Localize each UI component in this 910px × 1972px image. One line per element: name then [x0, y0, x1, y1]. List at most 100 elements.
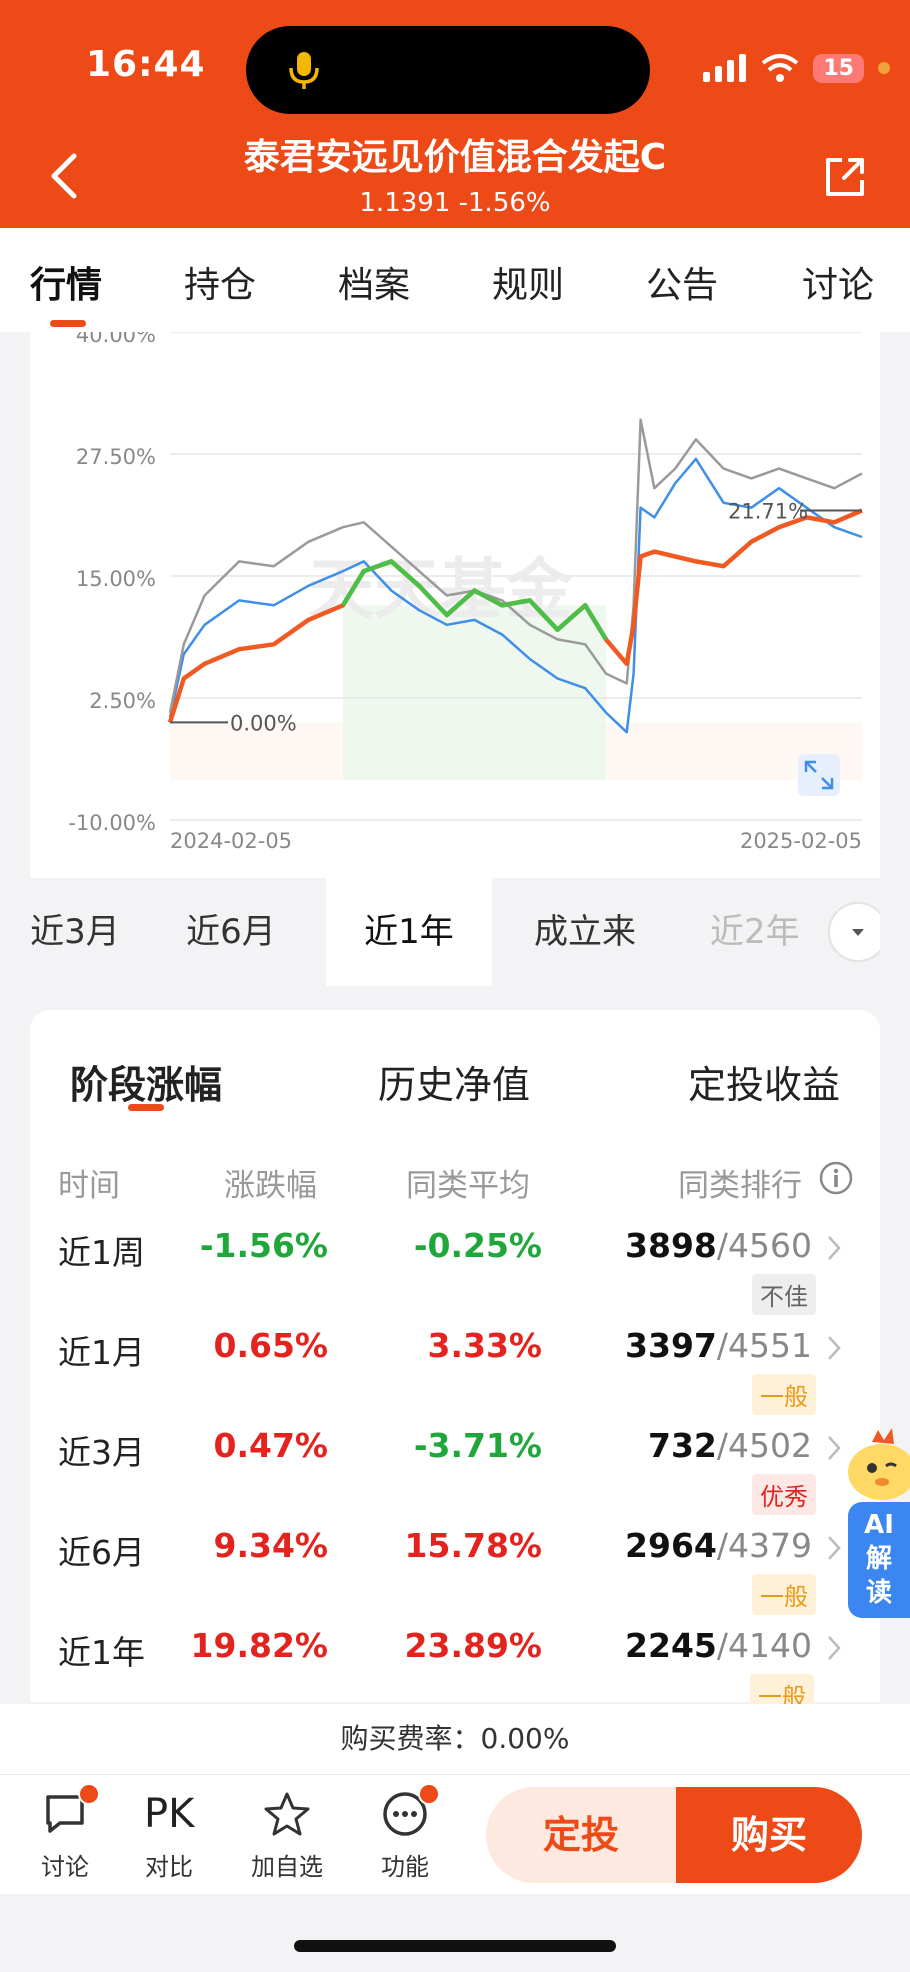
header-category-avg: 同类平均: [406, 1168, 530, 1204]
notification-dot: [418, 1783, 440, 1805]
discuss-label: 讨论: [41, 1853, 89, 1881]
tab-quotes[interactable]: 行情: [30, 256, 102, 308]
rank-position: 2964: [625, 1526, 717, 1565]
rank-position: 3397: [625, 1326, 717, 1365]
bottom-action-bar: 讨论 PK 对比 加自选 功能 定投 购买: [0, 1774, 910, 1894]
chevron-right-icon[interactable]: [826, 1234, 842, 1262]
ai-label-2: 解: [865, 1544, 892, 1574]
period-since-inception[interactable]: 成立来: [510, 878, 660, 986]
row-change-value: 0.65%: [213, 1326, 329, 1365]
row-change-value: 19.82%: [190, 1626, 328, 1665]
chevron-right-icon[interactable]: [826, 1634, 842, 1662]
rank-position: 732: [648, 1426, 717, 1465]
rank-total: /4140: [716, 1626, 812, 1665]
y-tick-label: 2.50%: [89, 689, 156, 713]
header-period: 时间: [58, 1168, 120, 1204]
perf-tab-stage-returns[interactable]: 阶段涨幅: [70, 1054, 222, 1109]
functions-button[interactable]: 功能: [360, 1783, 450, 1882]
rank-rating-badge: 一般: [752, 1574, 816, 1615]
tab-holdings[interactable]: 持仓: [184, 256, 256, 308]
fund-nav-change: 1.1391 -1.56%: [359, 188, 551, 218]
tab-rules[interactable]: 规则: [492, 256, 564, 308]
row-category-avg-value: 15.78%: [404, 1526, 542, 1565]
sip-button[interactable]: 定投: [486, 1787, 676, 1883]
period-2y[interactable]: 近2年: [710, 878, 840, 986]
perf-tab-sip-returns[interactable]: 定投收益: [688, 1054, 840, 1109]
home-indicator: [294, 1940, 616, 1952]
y-tick-label: 15.00%: [76, 567, 156, 591]
status-icons: 15: [703, 48, 890, 88]
rank-position: 2245: [625, 1626, 717, 1665]
rank-total: /4560: [716, 1226, 812, 1265]
chevron-right-icon[interactable]: [826, 1534, 842, 1562]
purchase-fee-rate: 购买费率：0.00%: [0, 1704, 910, 1774]
highlight-area-fill: [343, 605, 606, 780]
compare-button[interactable]: PK 对比: [124, 1789, 214, 1882]
performance-chart-card: -10.00% 2.50% 15.00% 27.50% 40.00% 天天基金 0.00% 2…: [30, 332, 880, 878]
row-change-value: 9.34%: [213, 1526, 329, 1565]
header-change: 涨跌幅: [224, 1168, 317, 1204]
ai-interpret-button[interactable]: AI 解 读: [848, 1502, 910, 1618]
row-period-label: 近1月: [58, 1333, 145, 1372]
ai-label-3: 读: [865, 1578, 892, 1608]
row-rank[interactable]: 732/4502: [612, 1426, 812, 1465]
x-tick-label: 2024-02-05: [170, 829, 292, 853]
period-6m[interactable]: 近6月: [156, 878, 306, 986]
end-annotation: 21.71%: [728, 500, 808, 524]
tab-discussion[interactable]: 讨论: [802, 256, 874, 308]
row-category-avg-value: -3.71%: [413, 1426, 542, 1465]
chevron-down-icon: [852, 929, 864, 936]
perf-tab-history-nav[interactable]: 历史净值: [378, 1054, 530, 1109]
rank-rating-badge: 一般: [752, 1374, 816, 1415]
share-icon[interactable]: [820, 152, 870, 202]
row-period-label: 近6月: [58, 1533, 145, 1572]
row-category-avg-value: 23.89%: [404, 1626, 542, 1665]
header-category-rank: 同类排行: [678, 1168, 802, 1204]
add-watchlist-button[interactable]: 加自选: [242, 1789, 332, 1882]
rank-total: /4379: [716, 1526, 812, 1565]
y-tick-label: 27.50%: [76, 445, 156, 469]
star-icon: [264, 1792, 310, 1836]
fund-title: 泰君安远见价值混合发起C: [243, 137, 667, 178]
dynamic-island: [246, 26, 650, 114]
tab-profile[interactable]: 档案: [338, 256, 410, 308]
x-tick-label: 2025-02-05: [740, 829, 862, 853]
ai-mascot-icon[interactable]: [842, 1412, 910, 1508]
period-selector: 近3月 近6月 近1年 成立来 近2年: [30, 878, 880, 986]
row-rank[interactable]: 2245/4140: [612, 1626, 812, 1665]
rank-total: /4502: [716, 1426, 812, 1465]
row-category-avg-value: 3.33%: [427, 1326, 543, 1365]
performance-chart[interactable]: -10.00%2.50%15.00%27.50%40.00%天天基金0.00%2…: [30, 332, 880, 878]
pk-icon: PK: [144, 1791, 195, 1837]
microphone-icon: [289, 52, 319, 89]
y-tick-label: -10.00%: [68, 811, 156, 835]
row-rank[interactable]: 3397/4551: [612, 1326, 812, 1365]
start-annotation: 0.00%: [230, 711, 297, 735]
row-rank[interactable]: 2964/4379: [612, 1526, 812, 1565]
cellular-signal-icon: [703, 54, 747, 82]
period-3m[interactable]: 近3月: [30, 878, 130, 986]
row-period-label: 近3月: [58, 1433, 145, 1472]
more-periods-button[interactable]: [828, 902, 880, 962]
y-tick-label: 40.00%: [76, 332, 156, 347]
expand-chart-icon[interactable]: [798, 754, 840, 796]
chevron-right-icon[interactable]: [826, 1334, 842, 1362]
battery-indicator: 15: [813, 53, 864, 83]
buy-button[interactable]: 购买: [676, 1787, 862, 1883]
discuss-button[interactable]: 讨论: [20, 1783, 110, 1882]
rank-total: /4551: [716, 1326, 812, 1365]
row-rank[interactable]: 3898/4560: [612, 1226, 812, 1265]
chevron-right-icon[interactable]: [826, 1434, 842, 1462]
notification-dot: [78, 1783, 100, 1805]
info-icon[interactable]: [818, 1160, 854, 1196]
privacy-dot: [878, 62, 890, 74]
active-tab-indicator: [50, 320, 86, 327]
app-header: 16:44 15 泰君安远见价值混合发起C 1.1391 -1.56%: [0, 0, 910, 228]
tab-announcements[interactable]: 公告: [646, 256, 718, 308]
row-change-value: 0.47%: [213, 1426, 329, 1465]
status-time: 16:44: [86, 44, 206, 85]
add-watchlist-label: 加自选: [251, 1853, 323, 1881]
period-1y[interactable]: 近1年: [326, 878, 492, 986]
row-period-label: 近1周: [58, 1233, 145, 1272]
row-period-label: 近1年: [58, 1633, 145, 1672]
